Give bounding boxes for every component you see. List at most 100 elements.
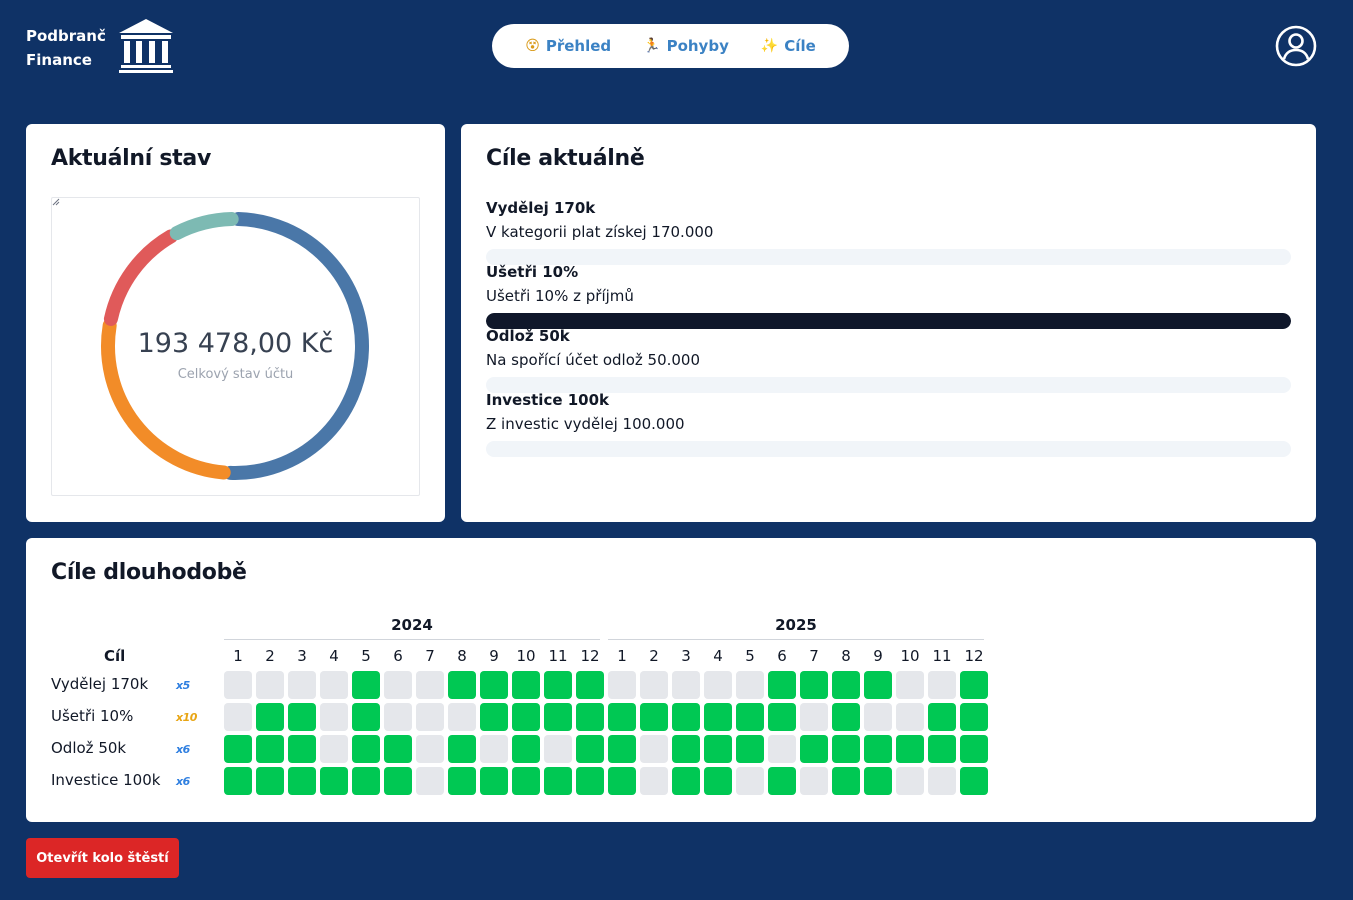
open-wheel-button[interactable]: Otevřít kolo štěstí <box>26 838 179 878</box>
goal-month-cell[interactable] <box>704 735 732 763</box>
goal-month-cell[interactable] <box>544 735 572 763</box>
goal-month-cell[interactable] <box>224 671 252 699</box>
goal-month-cell[interactable] <box>928 671 956 699</box>
goal-month-cell[interactable] <box>448 735 476 763</box>
goal-month-cell[interactable] <box>832 767 860 795</box>
goal-month-cell[interactable] <box>928 703 956 731</box>
goal-month-cell[interactable] <box>256 671 284 699</box>
goal-month-cell[interactable] <box>480 735 508 763</box>
goal-month-cell[interactable] <box>736 703 764 731</box>
goal-month-cell[interactable] <box>320 735 348 763</box>
goal-month-cell[interactable] <box>512 671 540 699</box>
goal-month-cell[interactable] <box>704 671 732 699</box>
goal-month-cell[interactable] <box>256 735 284 763</box>
goal-month-cell[interactable] <box>544 671 572 699</box>
goal-month-cell[interactable] <box>768 735 796 763</box>
goal-month-cell[interactable] <box>864 671 892 699</box>
goal-month-cell[interactable] <box>224 767 252 795</box>
goal-month-cell[interactable] <box>928 767 956 795</box>
goal-month-cell[interactable] <box>352 671 380 699</box>
goal-month-cell[interactable] <box>928 735 956 763</box>
goal-month-cell[interactable] <box>448 703 476 731</box>
goal-month-cell[interactable] <box>832 703 860 731</box>
goal-month-cell[interactable] <box>800 671 828 699</box>
goal-month-cell[interactable] <box>416 703 444 731</box>
goal-month-cell[interactable] <box>384 767 412 795</box>
goal-month-cell[interactable] <box>960 703 988 731</box>
goal-month-cell[interactable] <box>416 767 444 795</box>
goal-month-cell[interactable] <box>288 703 316 731</box>
goal-month-cell[interactable] <box>640 735 668 763</box>
donut-segment-4[interactable] <box>169 212 239 241</box>
goal-month-cell[interactable] <box>672 703 700 731</box>
goal-month-cell[interactable] <box>416 671 444 699</box>
goal-month-cell[interactable] <box>512 735 540 763</box>
goal-month-cell[interactable] <box>768 703 796 731</box>
goal-month-cell[interactable] <box>800 767 828 795</box>
goal-month-cell[interactable] <box>224 703 252 731</box>
goal-month-cell[interactable] <box>320 671 348 699</box>
goal-month-cell[interactable] <box>576 735 604 763</box>
goal-month-cell[interactable] <box>960 767 988 795</box>
goal-month-cell[interactable] <box>864 767 892 795</box>
goal-month-cell[interactable] <box>384 735 412 763</box>
goal-month-cell[interactable] <box>736 671 764 699</box>
goal-month-cell[interactable] <box>480 671 508 699</box>
goal-month-cell[interactable] <box>800 735 828 763</box>
goal-month-cell[interactable] <box>384 703 412 731</box>
goal-month-cell[interactable] <box>736 735 764 763</box>
nav-item-prehled[interactable]: 😵 Přehled <box>525 37 611 55</box>
goal-month-cell[interactable] <box>832 735 860 763</box>
nav-item-cile[interactable]: ✨ Cíle <box>761 37 816 55</box>
goal-month-cell[interactable] <box>416 735 444 763</box>
goal-month-cell[interactable] <box>864 735 892 763</box>
goal-month-cell[interactable] <box>576 671 604 699</box>
goal-month-cell[interactable] <box>736 767 764 795</box>
goal-month-cell[interactable] <box>224 735 252 763</box>
goal-month-cell[interactable] <box>672 735 700 763</box>
goal-month-cell[interactable] <box>448 671 476 699</box>
goal-month-cell[interactable] <box>608 703 636 731</box>
goal-month-cell[interactable] <box>672 767 700 795</box>
goal-month-cell[interactable] <box>864 703 892 731</box>
goal-month-cell[interactable] <box>896 671 924 699</box>
goal-month-cell[interactable] <box>480 767 508 795</box>
goal-month-cell[interactable] <box>544 767 572 795</box>
goal-month-cell[interactable] <box>288 735 316 763</box>
goal-month-cell[interactable] <box>352 767 380 795</box>
goal-month-cell[interactable] <box>576 703 604 731</box>
goal-month-cell[interactable] <box>704 703 732 731</box>
goal-month-cell[interactable] <box>256 703 284 731</box>
goal-month-cell[interactable] <box>480 703 508 731</box>
goal-month-cell[interactable] <box>640 767 668 795</box>
goal-month-cell[interactable] <box>960 735 988 763</box>
goal-month-cell[interactable] <box>672 671 700 699</box>
goal-month-cell[interactable] <box>288 671 316 699</box>
goal-month-cell[interactable] <box>512 703 540 731</box>
goal-month-cell[interactable] <box>576 767 604 795</box>
goal-month-cell[interactable] <box>640 671 668 699</box>
goal-month-cell[interactable] <box>448 767 476 795</box>
nav-item-pohyby[interactable]: 🏃 Pohyby <box>643 37 729 55</box>
goal-month-cell[interactable] <box>256 767 284 795</box>
goal-month-cell[interactable] <box>320 767 348 795</box>
goal-month-cell[interactable] <box>768 671 796 699</box>
goal-month-cell[interactable] <box>640 703 668 731</box>
goal-month-cell[interactable] <box>832 671 860 699</box>
goal-month-cell[interactable] <box>960 671 988 699</box>
goal-month-cell[interactable] <box>288 767 316 795</box>
donut-segment-3[interactable] <box>103 229 178 326</box>
goal-month-cell[interactable] <box>704 767 732 795</box>
goal-month-cell[interactable] <box>352 735 380 763</box>
goal-month-cell[interactable] <box>384 671 412 699</box>
user-circle-icon[interactable] <box>1275 25 1317 67</box>
goal-month-cell[interactable] <box>896 735 924 763</box>
goal-month-cell[interactable] <box>608 767 636 795</box>
goal-month-cell[interactable] <box>800 703 828 731</box>
goal-month-cell[interactable] <box>896 767 924 795</box>
goal-month-cell[interactable] <box>544 703 572 731</box>
goal-month-cell[interactable] <box>320 703 348 731</box>
goal-month-cell[interactable] <box>896 703 924 731</box>
resize-handle-icon[interactable] <box>52 198 60 206</box>
goal-month-cell[interactable] <box>608 671 636 699</box>
